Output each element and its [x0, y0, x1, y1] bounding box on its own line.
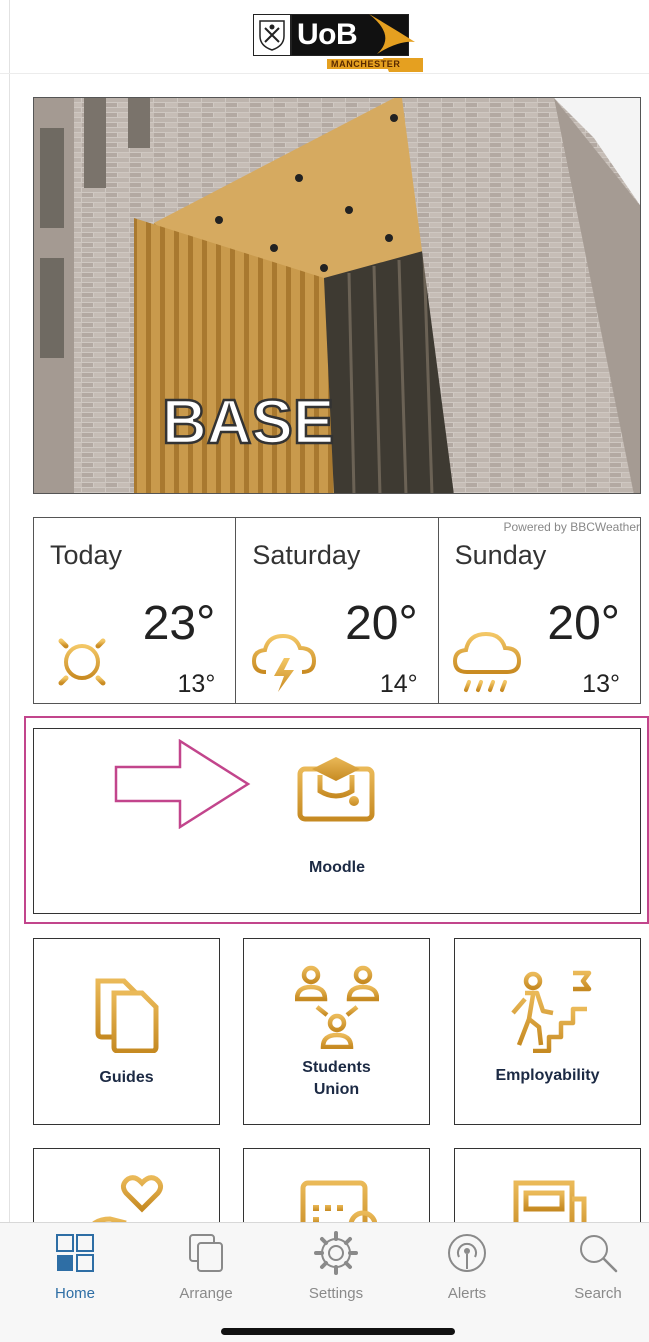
tab-label: Settings	[308, 1285, 364, 1302]
stack-icon	[189, 1234, 223, 1272]
logo-text: UoB	[297, 18, 358, 51]
weather-day-today[interactable]: Today 23° 13°	[34, 518, 235, 703]
tab-label: Search	[574, 1285, 622, 1302]
weather-day-saturday[interactable]: Saturday 20° 14°	[235, 518, 437, 703]
weather-day-label: Sunday	[454, 540, 547, 570]
gear-icon	[314, 1231, 358, 1275]
weather-day-sunday[interactable]: Sunday 20° 13°	[437, 518, 640, 703]
magnifier-icon	[580, 1235, 618, 1273]
weather-low: 13°	[582, 670, 620, 698]
thunderstorm-icon	[252, 633, 317, 692]
weather-low: 13°	[177, 670, 216, 698]
employability-tile[interactable]: Employability	[454, 938, 641, 1125]
hero-sign-text: BASE	[162, 388, 334, 457]
weather-day-label: Today	[50, 540, 123, 570]
home-indicator[interactable]	[221, 1328, 455, 1335]
employability-label: Employability	[495, 1067, 600, 1084]
tab-label: Arrange	[179, 1285, 233, 1302]
crest-icon	[253, 14, 291, 56]
uob-logo[interactable]: UoB MANCHESTER	[253, 10, 423, 72]
logo-subtext: MANCHESTER	[327, 59, 405, 69]
tab-search[interactable]: Search	[543, 1231, 649, 1302]
tab-home[interactable]: Home	[20, 1231, 130, 1302]
app-header: UoB MANCHESTER	[0, 0, 649, 74]
graduation-monitor-icon	[297, 757, 375, 836]
left-edge-rule	[9, 0, 10, 1342]
hero-image: BASE	[33, 97, 641, 494]
tab-settings[interactable]: Settings	[281, 1231, 391, 1302]
weather-high: 20°	[345, 597, 418, 650]
tab-alerts[interactable]: Alerts	[412, 1231, 522, 1302]
documents-icon	[95, 978, 158, 1053]
rain-cloud-icon	[452, 631, 521, 692]
tab-arrange[interactable]: Arrange	[151, 1231, 261, 1302]
tab-bar: Home Arrange Settings Alerts Search	[0, 1222, 649, 1342]
broadcast-icon	[448, 1234, 486, 1272]
moodle-tile[interactable]: Moodle	[33, 728, 641, 914]
pointer-arrow-icon	[114, 739, 251, 829]
weather-low: 14°	[379, 670, 418, 698]
guides-tile[interactable]: Guides	[33, 938, 220, 1125]
tab-label: Home	[54, 1285, 95, 1302]
tab-label: Alerts	[447, 1285, 487, 1302]
career-stairs-icon	[510, 970, 591, 1053]
weather-day-label: Saturday	[252, 540, 361, 570]
students-union-label: Students Union	[302, 1059, 371, 1098]
weather-widget[interactable]: Powered by BBCWeather Today 23° 13° Satu…	[33, 517, 641, 704]
people-network-icon	[294, 965, 379, 1049]
moodle-label: Moodle	[309, 859, 365, 876]
grid-icon	[56, 1234, 94, 1272]
students-union-tile[interactable]: Students Union	[243, 938, 430, 1125]
weather-high: 23°	[142, 597, 216, 650]
weather-high: 20°	[547, 597, 620, 650]
sun-icon	[49, 629, 115, 695]
guides-label: Guides	[99, 1069, 154, 1086]
